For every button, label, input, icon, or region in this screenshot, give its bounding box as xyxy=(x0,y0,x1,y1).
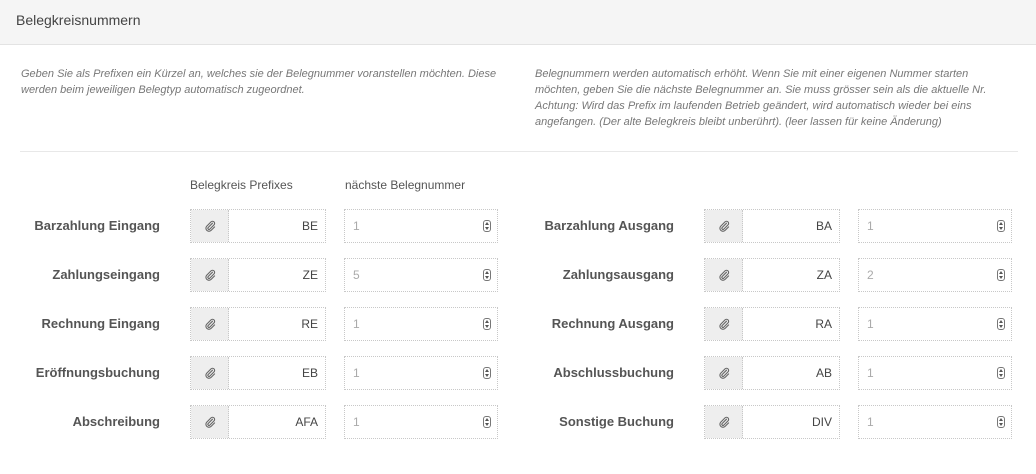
number-spinner-icon[interactable] xyxy=(997,367,1005,379)
number-spinner-icon[interactable] xyxy=(997,416,1005,428)
column-header-next-number: nächste Belegnummer xyxy=(345,178,466,192)
next-number-placeholder: 1 xyxy=(867,317,874,331)
number-spinner-icon[interactable] xyxy=(997,269,1005,281)
prefix-input[interactable]: BA xyxy=(743,210,839,242)
number-spinner-icon[interactable] xyxy=(997,220,1005,232)
row-label: Zahlungsausgang xyxy=(562,267,674,282)
form-row-right: Zahlungsausgang ZA 2 xyxy=(0,258,1036,292)
prefix-input[interactable]: RA xyxy=(743,308,839,340)
help-text-prefixes: Geben Sie als Prefixen ein Kürzel an, we… xyxy=(21,68,497,96)
row-label: Barzahlung Ausgang xyxy=(544,218,674,233)
next-number-input[interactable]: 1 xyxy=(858,356,1012,390)
next-number-input[interactable]: 1 xyxy=(858,307,1012,341)
help-text-numbers: Belegnummern werden automatisch erhöht. … xyxy=(535,68,987,128)
divider xyxy=(20,151,1018,152)
row-label: Sonstige Buchung xyxy=(559,414,674,429)
next-number-input[interactable]: 1 xyxy=(858,405,1012,439)
prefix-input[interactable]: DIV xyxy=(743,406,839,438)
next-number-placeholder: 2 xyxy=(867,268,874,282)
number-spinner-icon[interactable] xyxy=(997,318,1005,330)
panel-title: Belegkreisnummern xyxy=(16,12,141,28)
row-label: Rechnung Ausgang xyxy=(551,316,674,331)
next-number-input[interactable]: 2 xyxy=(858,258,1012,292)
next-number-input[interactable]: 1 xyxy=(858,209,1012,243)
column-header-prefix: Belegkreis Prefixes xyxy=(190,178,293,192)
paperclip-icon xyxy=(705,308,743,340)
prefix-input-group: DIV xyxy=(704,405,840,439)
prefix-input-group: BA xyxy=(704,209,840,243)
prefix-input-group: ZA xyxy=(704,258,840,292)
prefix-input-group: RA xyxy=(704,307,840,341)
prefix-input[interactable]: ZA xyxy=(743,259,839,291)
paperclip-icon xyxy=(705,406,743,438)
prefix-input-group: AB xyxy=(704,356,840,390)
row-label: Abschlussbuchung xyxy=(553,365,674,380)
panel-header: Belegkreisnummern xyxy=(0,0,1036,45)
form-row-right: Abschlussbuchung AB 1 xyxy=(0,356,1036,390)
prefix-input[interactable]: AB xyxy=(743,357,839,389)
next-number-placeholder: 1 xyxy=(867,366,874,380)
form-row-right: Rechnung Ausgang RA 1 xyxy=(0,307,1036,341)
next-number-placeholder: 1 xyxy=(867,415,874,429)
paperclip-icon xyxy=(705,259,743,291)
next-number-placeholder: 1 xyxy=(867,219,874,233)
form-row-right: Sonstige Buchung DIV 1 xyxy=(0,405,1036,439)
form-row-right: Barzahlung Ausgang BA 1 xyxy=(0,209,1036,243)
paperclip-icon xyxy=(705,210,743,242)
paperclip-icon xyxy=(705,357,743,389)
